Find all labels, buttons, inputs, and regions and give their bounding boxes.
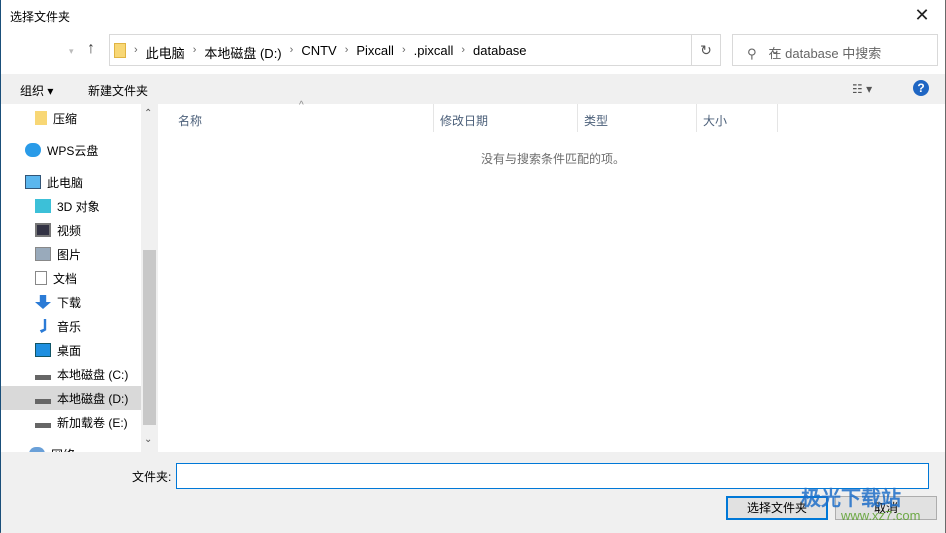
address-bar[interactable]: › 此电脑 › 本地磁盘 (D:) › CNTV › Pixcall › .pixcall… <box>109 34 780 66</box>
column-date[interactable]: 修改日期 <box>434 104 578 132</box>
scroll-down-icon[interactable]: ⌄ <box>144 434 152 445</box>
folder-icon <box>114 43 126 58</box>
sidebar-item-label: 压缩 <box>53 111 78 126</box>
close-icon[interactable]: ✕ <box>899 0 945 30</box>
watermark-url: www.xz7.com <box>841 508 921 523</box>
sidebar-item[interactable]: 桌面 <box>1 338 141 362</box>
breadcrumb[interactable]: 此电脑 <box>138 43 193 62</box>
video-icon <box>35 223 51 237</box>
sort-ascending-icon: ^ <box>299 100 304 111</box>
sidebar-item[interactable]: 音乐 <box>1 314 141 338</box>
sidebar-item-label: 本地磁盘 (C:) <box>57 367 129 382</box>
sidebar-item-label: 文档 <box>53 271 78 286</box>
column-type[interactable]: 类型 <box>578 104 697 132</box>
file-list: 名称 ^ 修改日期 类型 大小 没有与搜索条件匹配的项。 <box>161 100 945 452</box>
sidebar-item-label: 此电脑 <box>47 175 84 190</box>
toolbar: 组织 ▾ 新建文件夹 ☷ ▾ ? <box>1 74 945 104</box>
sidebar-item-label: 本地磁盘 (D:) <box>57 391 129 406</box>
sidebar-item-label: 桌面 <box>57 343 82 358</box>
sidebar-item-label: WPS云盘 <box>47 143 99 158</box>
sidebar-item[interactable]: WPS云盘 <box>1 138 141 162</box>
breadcrumb[interactable]: Pixcall <box>348 43 402 62</box>
sidebar-item[interactable]: 下载 <box>1 290 141 314</box>
sidebar-item[interactable]: 视频 <box>1 218 141 242</box>
sidebar-item[interactable]: 压缩 <box>1 106 141 130</box>
new-folder-button[interactable]: 新建文件夹 <box>88 82 148 99</box>
breadcrumb[interactable]: .pixcall <box>406 43 462 62</box>
sidebar-item-label: 下载 <box>57 295 82 310</box>
navigation-pane: 压缩 WPS云盘此电脑 3D 对象视频图片文档下载音乐桌面本地磁盘 (C:) 本地磁盘… <box>1 104 159 452</box>
dialog-window: 选择文件夹 ✕ ← → ▾ ↑ › 此电脑 › 本地磁盘 (D:) › CNTV › P… <box>0 0 946 533</box>
folder-icon <box>35 111 47 125</box>
sidebar-item[interactable]: 本地磁盘 (D:) <box>1 386 141 410</box>
sidebar-item-label: 新加载卷 (E:) <box>57 415 128 430</box>
title-bar: 选择文件夹 ✕ <box>1 0 945 32</box>
column-size[interactable]: 大小 <box>697 104 778 132</box>
scrollbar-thumb[interactable] <box>143 250 156 425</box>
forward-icon[interactable]: → <box>41 10 57 28</box>
view-options-icon[interactable]: ☷ ▾ <box>852 82 872 96</box>
sidebar-item-label: 图片 <box>57 247 82 262</box>
drive-icon <box>35 398 51 404</box>
sidebar-item[interactable]: 此电脑 <box>1 170 141 194</box>
sidebar-item-label: 3D 对象 <box>57 199 100 214</box>
column-name[interactable]: 名称 ^ <box>161 100 434 132</box>
organize-button[interactable]: 组织 ▾ <box>20 82 53 99</box>
refresh-icon: ↻ <box>700 42 712 58</box>
music-icon <box>39 319 47 333</box>
empty-message: 没有与搜索条件匹配的项。 <box>481 152 626 166</box>
sidebar-item[interactable]: 本地磁盘 (C:) <box>1 362 141 386</box>
sidebar-item[interactable]: 新加载卷 (E:) <box>1 410 141 434</box>
back-icon[interactable]: ← <box>13 10 29 28</box>
sidebar-item[interactable]: 网络 <box>1 442 141 452</box>
sidebar-item-label: 音乐 <box>57 319 82 334</box>
desktop-icon <box>35 343 51 357</box>
scroll-up-icon[interactable]: ⌃ <box>144 108 152 119</box>
search-placeholder: 在 database 中搜索 <box>768 46 882 61</box>
recent-chevron-icon[interactable]: ▾ <box>69 46 74 57</box>
watermark-logo: 极光下载站 <box>801 488 901 510</box>
sidebar-item[interactable]: 图片 <box>1 242 141 266</box>
breadcrumb[interactable]: CNTV <box>293 43 344 62</box>
breadcrumb[interactable]: database <box>465 43 535 62</box>
cube-icon <box>35 199 51 213</box>
sidebar-item[interactable]: 文档 <box>1 266 141 290</box>
cloud-icon <box>25 143 41 157</box>
refresh-button[interactable]: ↻ <box>691 34 721 66</box>
up-icon[interactable]: ↑ <box>87 40 95 58</box>
drive-icon <box>35 374 51 380</box>
help-icon[interactable]: ? <box>913 80 929 96</box>
sidebar-item[interactable]: 3D 对象 <box>1 194 141 218</box>
sidebar-item-label: 视频 <box>57 223 82 238</box>
computer-icon <box>25 175 41 189</box>
document-icon <box>35 271 47 285</box>
search-icon: ⚲ <box>747 46 757 61</box>
search-input[interactable]: ⚲ 在 database 中搜索 <box>732 34 938 66</box>
sidebar-scrollbar[interactable]: ⌃ ⌄ <box>141 104 158 452</box>
folder-label: 文件夹: <box>132 470 172 484</box>
breadcrumb[interactable]: 本地磁盘 (D:) <box>196 43 289 62</box>
drive-icon <box>35 422 51 428</box>
download-icon <box>35 295 51 309</box>
picture-icon <box>35 247 51 261</box>
